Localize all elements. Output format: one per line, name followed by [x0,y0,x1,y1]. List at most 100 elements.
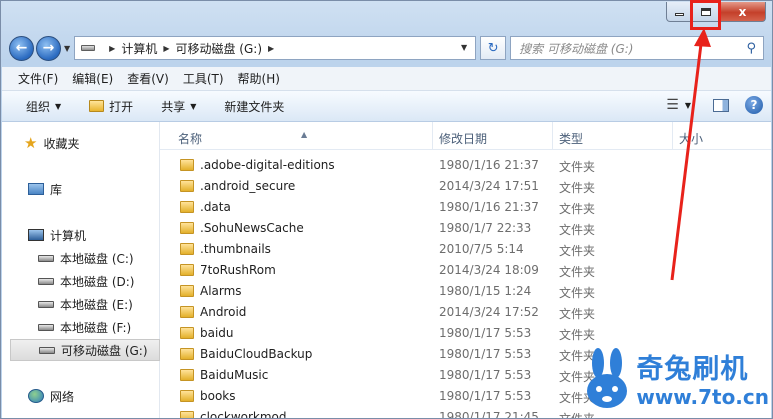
folder-icon [180,285,194,297]
minimize-button[interactable] [666,2,693,22]
file-date: 1980/1/17 5:53 [439,368,532,382]
file-row[interactable]: .data 1980/1/16 21:37 文件夹 [160,197,771,218]
file-name: books [200,389,236,403]
chevron-down-icon: ▼ [190,101,197,111]
menu-help[interactable]: 帮助(H) [238,70,280,87]
watermark-text: 奇兔刷机 www.7to.cn [636,355,769,410]
forward-button[interactable]: → [36,35,61,61]
column-type[interactable]: 类型 [559,130,583,147]
preview-pane-icon[interactable] [713,98,729,112]
organize-button[interactable]: 组织 ▼ [26,98,61,115]
hard-drive-icon [38,254,54,262]
annotation-highlight-box [690,0,721,30]
refresh-icon: ↻ [487,40,499,56]
file-date: 2010/7/5 5:14 [439,242,524,256]
file-row[interactable]: 7toRushRom 2014/3/24 18:09 文件夹 [160,260,771,281]
folder-icon [180,264,194,276]
folder-icon [180,180,194,192]
file-date: 2014/3/24 17:51 [439,179,539,193]
minimize-icon [675,13,684,16]
folder-icon [180,390,194,402]
file-name: 7toRushRom [200,263,276,277]
menu-tools[interactable]: 工具(T) [183,70,224,87]
hard-drive-icon [38,323,54,331]
file-name: Android [200,305,247,319]
back-button[interactable]: ← [9,35,34,61]
menu-bar: 文件(F) 编辑(E) 查看(V) 工具(T) 帮助(H) [2,67,771,91]
file-name: clockworkmod [200,410,287,418]
column-name[interactable]: 名称 [178,130,202,147]
organize-label: 组织 [26,99,51,114]
column-size[interactable]: 大小 [679,130,703,147]
sort-ascending-icon: ▲ [301,130,308,139]
menu-file[interactable]: 文件(F) [18,70,58,87]
menu-view[interactable]: 查看(V) [127,70,169,87]
file-date: 1980/1/7 22:33 [439,221,532,235]
open-button[interactable]: 打开 [89,98,133,115]
nav-item-drive-g[interactable]: 可移动磁盘 (G:) [10,339,160,361]
column-divider[interactable] [432,122,433,150]
watermark-url: www.7to.cn [636,385,769,409]
file-date: 1980/1/16 21:37 [439,200,539,214]
file-name: .android_secure [200,179,296,193]
file-date: 1980/1/17 5:53 [439,347,532,361]
breadcrumb-drive-g[interactable]: 可移动磁盘 (G:) [175,40,262,57]
nav-item-drive-d[interactable]: 本地磁盘 (D:) [38,270,154,292]
address-bar[interactable]: ▶ 计算机 ▶ 可移动磁盘 (G:) ▶ ▼ [74,36,477,60]
file-name: BaiduCloudBackup [200,347,313,361]
folder-icon [180,222,194,234]
file-type: 文件夹 [559,410,595,418]
nav-item-drive-e[interactable]: 本地磁盘 (E:) [38,293,154,315]
navigation-pane: ★ 收藏夹 库 计算机 本地磁盘 (C:) 本地磁盘 (D:) 本地磁盘 (E:… [2,122,160,418]
help-icon[interactable]: ? [745,96,763,114]
column-divider[interactable] [552,122,553,150]
recent-pages-dropdown[interactable]: ▼ [64,44,70,53]
share-button[interactable]: 共享 ▼ [161,98,196,115]
file-row[interactable]: .adobe-digital-editions 1980/1/16 21:37 … [160,155,771,176]
breadcrumb-chevron-icon[interactable]: ▶ [109,44,115,53]
hard-drive-icon [38,300,54,308]
file-row[interactable]: .SohuNewsCache 1980/1/7 22:33 文件夹 [160,218,771,239]
view-dropdown-icon[interactable]: ▼ [685,101,691,110]
nav-item-drive-c[interactable]: 本地磁盘 (C:) [38,247,154,269]
drive-icon [81,45,96,51]
address-dropdown-icon[interactable]: ▼ [461,43,467,52]
address-row: ← → ▼ ▶ 计算机 ▶ 可移动磁盘 (G:) ▶ ▼ ↻ 搜索 可移动磁盘 … [9,35,764,61]
file-row[interactable]: Android 2014/3/24 17:52 文件夹 [160,302,771,323]
breadcrumb-chevron-icon[interactable]: ▶ [268,44,274,53]
search-input[interactable]: 搜索 可移动磁盘 (G:) ⚲ [510,36,764,60]
star-icon: ★ [24,134,38,152]
nav-item-network[interactable]: 网络 [28,385,154,407]
file-row[interactable]: baidu 1980/1/17 5:53 文件夹 [160,323,771,344]
search-icon[interactable]: ⚲ [746,41,756,56]
nav-item-drive-f[interactable]: 本地磁盘 (F:) [38,316,154,338]
nav-label: 本地磁盘 (F:) [60,320,132,335]
file-row[interactable]: Alarms 1980/1/15 1:24 文件夹 [160,281,771,302]
file-type: 文件夹 [559,244,596,258]
nav-item-favorites[interactable]: ★ 收藏夹 [24,132,154,154]
breadcrumb-chevron-icon[interactable]: ▶ [163,44,169,53]
folder-icon [89,100,105,112]
view-options-icon[interactable]: ☰ [666,97,679,113]
nav-item-library[interactable]: 库 [28,178,154,200]
column-modified[interactable]: 修改日期 [439,130,487,147]
breadcrumb-computer[interactable]: 计算机 [121,40,157,57]
rabbit-logo-icon [587,348,628,408]
column-divider[interactable] [672,122,673,150]
new-folder-button[interactable]: 新建文件夹 [224,98,284,115]
back-arrow-icon: ← [15,40,28,56]
file-row[interactable]: .android_secure 2014/3/24 17:51 文件夹 [160,176,771,197]
file-date: 1980/1/17 5:53 [439,326,532,340]
menu-edit[interactable]: 编辑(E) [72,70,113,87]
file-date: 2014/3/24 17:52 [439,305,539,319]
nav-item-computer[interactable]: 计算机 [28,224,154,246]
toolbar-right: ☰ ▼ ? [666,96,763,114]
nav-label: 库 [50,182,63,197]
refresh-button[interactable]: ↻ [480,36,507,60]
share-label: 共享 [161,99,186,114]
close-button[interactable]: x [720,2,766,22]
file-row[interactable]: .thumbnails 2010/7/5 5:14 文件夹 [160,239,771,260]
folder-icon [180,327,194,339]
file-type: 文件夹 [559,328,596,342]
open-label: 打开 [109,99,134,114]
